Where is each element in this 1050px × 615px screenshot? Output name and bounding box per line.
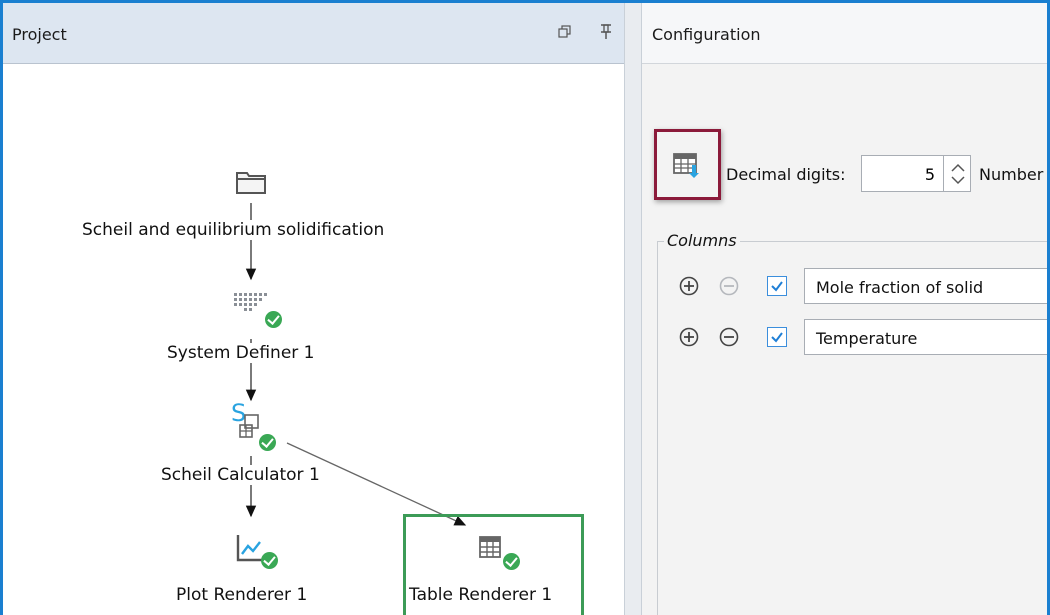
status-ok-icon <box>503 553 520 570</box>
status-ok-icon <box>261 552 278 569</box>
panel-splitter[interactable] <box>624 3 642 615</box>
column-name-value[interactable]: Mole fraction of solid <box>816 278 983 297</box>
decimal-digits-spinner[interactable]: 5 <box>861 155 971 192</box>
columns-group: Columns Mole fraction of solid Temperatu… <box>657 231 1047 615</box>
export-button-highlight <box>654 129 721 200</box>
number-label: Number <box>979 165 1044 184</box>
columns-legend: Columns <box>664 231 740 250</box>
column-name-field[interactable]: Temperature <box>804 319 1047 355</box>
tree-node-system-definer-label[interactable]: System Definer 1 <box>166 343 316 363</box>
decimal-digits-value[interactable]: 5 <box>862 165 935 184</box>
status-ok-icon <box>259 434 276 451</box>
configuration-panel-title: Configuration <box>652 25 761 44</box>
column-name-field[interactable]: Mole fraction of solid <box>804 268 1047 304</box>
table-renderer-icon[interactable] <box>478 535 504 566</box>
configuration-panel-header: Configuration <box>642 3 1047 64</box>
add-column-icon[interactable] <box>679 327 699 347</box>
tree-node-plot-renderer-label[interactable]: Plot Renderer 1 <box>175 585 309 605</box>
configuration-panel: Configuration Decimal digits: 5 Number C… <box>642 3 1047 615</box>
column-enabled-checkbox[interactable] <box>767 276 787 296</box>
app-window: Project Scheil and equilibrium solidific… <box>0 0 1050 615</box>
folder-icon[interactable] <box>235 169 267 200</box>
tree-node-scheil-calculator-label[interactable]: Scheil Calculator 1 <box>160 465 321 485</box>
remove-column-icon[interactable] <box>719 327 739 347</box>
tree-node-root-label[interactable]: Scheil and equilibrium solidification <box>81 220 386 240</box>
remove-column-icon[interactable] <box>719 276 739 296</box>
tree-node-table-renderer-label[interactable]: Table Renderer 1 <box>408 585 554 605</box>
column-enabled-checkbox[interactable] <box>767 327 787 347</box>
column-row: Temperature <box>658 319 1047 357</box>
status-ok-icon <box>265 311 282 328</box>
svg-text:S: S <box>231 401 246 427</box>
decimal-digits-label: Decimal digits: <box>726 165 846 184</box>
column-name-value[interactable]: Temperature <box>816 329 917 348</box>
table-export-icon[interactable] <box>672 152 702 185</box>
project-panel: Project Scheil and equilibrium solidific… <box>3 3 624 615</box>
add-column-icon[interactable] <box>679 276 699 296</box>
spinner-arrows-icon[interactable] <box>943 156 971 191</box>
column-row: Mole fraction of solid <box>658 268 1047 306</box>
